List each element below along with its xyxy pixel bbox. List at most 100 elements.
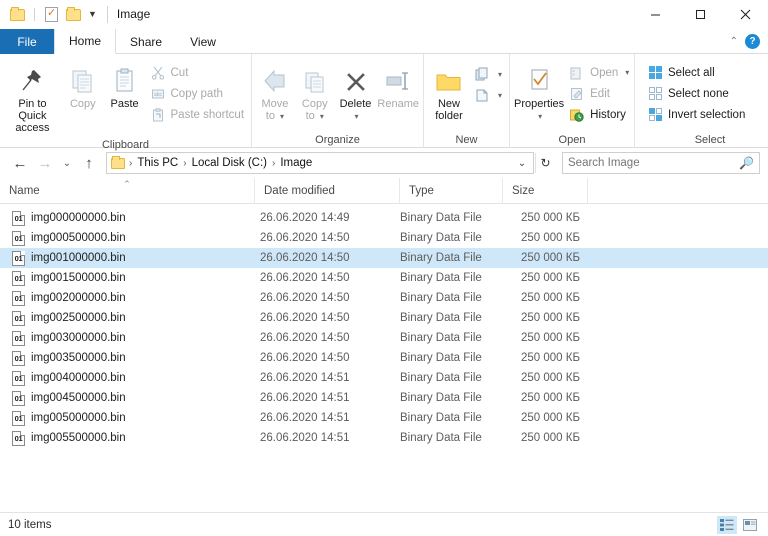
table-row[interactable]: 01img003000000.bin26.06.2020 14:50Binary… [0, 328, 768, 348]
svg-text:abc: abc [153, 92, 162, 98]
tab-file[interactable]: File [0, 29, 54, 54]
refresh-button[interactable]: ↻ [535, 153, 555, 173]
customize-chevron-icon[interactable]: ▼ [87, 10, 98, 19]
table-row[interactable]: 01img005000000.bin26.06.2020 14:51Binary… [0, 408, 768, 428]
move-to-label-line2: to [266, 110, 275, 122]
file-size-cell: 250 000 КБ [503, 252, 588, 264]
open-label: Open [590, 67, 618, 79]
copy-to-button[interactable]: Copyto ▾ [295, 58, 335, 126]
paste-button[interactable]: Paste [104, 58, 146, 113]
window-title: Image [107, 6, 150, 23]
properties-button[interactable]: Properties▾ [513, 58, 565, 126]
up-button[interactable]: ↑ [77, 151, 101, 175]
file-list[interactable]: 01img000000000.bin26.06.2020 14:49Binary… [0, 204, 768, 512]
file-size-cell: 250 000 КБ [503, 352, 588, 364]
new-item-button[interactable]: ▾ [471, 64, 506, 85]
table-row[interactable]: 01img002000000.bin26.06.2020 14:50Binary… [0, 288, 768, 308]
collapse-ribbon-icon[interactable]: ⌃ [730, 36, 738, 47]
back-button[interactable]: ← [8, 151, 32, 175]
rename-button[interactable]: Rename [376, 58, 420, 113]
cut-button[interactable]: Cut [146, 62, 249, 83]
table-row[interactable]: 01img002500000.bin26.06.2020 14:50Binary… [0, 308, 768, 328]
details-view-button[interactable] [717, 516, 737, 534]
edit-label: Edit [590, 88, 610, 100]
invert-selection-button[interactable]: Invert selection [643, 104, 749, 125]
file-size-cell: 250 000 КБ [503, 312, 588, 324]
column-header-type[interactable]: Type [400, 178, 503, 204]
address-dropdown-icon[interactable]: ⌄ [513, 153, 531, 173]
properties-icon[interactable] [43, 6, 60, 23]
search-box[interactable]: 🔍 [562, 152, 760, 174]
paste-shortcut-button[interactable]: Paste shortcut [146, 104, 249, 125]
history-button[interactable]: History [565, 104, 633, 125]
tab-share[interactable]: Share [116, 29, 176, 54]
minimize-button[interactable] [633, 0, 678, 29]
help-icon[interactable]: ? [745, 34, 760, 49]
address-bar[interactable]: › This PC › Local Disk (C:) › Image ⌄ [106, 152, 534, 174]
open-chevron-icon[interactable]: ▾ [625, 68, 629, 77]
tab-home[interactable]: Home [54, 29, 116, 54]
open-button[interactable]: Open ▾ [565, 62, 633, 83]
table-row[interactable]: 01img001500000.bin26.06.2020 14:50Binary… [0, 268, 768, 288]
ribbon-group-organize: Moveto ▾ Copyto ▾ Delete▾ [252, 54, 424, 148]
delete-label: Delete [340, 98, 372, 110]
history-label: History [590, 109, 626, 121]
file-explorer-window: ▼ Image File Home Share View ⌃ ? [0, 0, 768, 536]
copy-to-label-line2: to [306, 110, 315, 122]
easy-access-button[interactable]: ▾ [471, 85, 506, 106]
binary-file-icon: 01 [12, 251, 25, 266]
copy-path-button[interactable]: abc Copy path [146, 83, 249, 104]
table-row[interactable]: 01img005500000.bin26.06.2020 14:51Binary… [0, 428, 768, 448]
new-folder-button[interactable]: Newfolder [427, 58, 471, 125]
table-row[interactable]: 01img004500000.bin26.06.2020 14:51Binary… [0, 388, 768, 408]
select-all-button[interactable]: Select all [643, 62, 749, 83]
file-name-label: img005000000.bin [31, 412, 126, 424]
copy-button[interactable]: Copy [62, 58, 104, 113]
table-row[interactable]: 01img003500000.bin26.06.2020 14:50Binary… [0, 348, 768, 368]
easy-access-chevron-icon[interactable]: ▾ [498, 91, 502, 100]
paste-label: Paste [111, 98, 139, 110]
file-size-cell: 250 000 КБ [503, 412, 588, 424]
move-to-button[interactable]: Moveto ▾ [255, 58, 295, 126]
tab-view[interactable]: View [176, 29, 230, 54]
close-button[interactable] [723, 0, 768, 29]
file-name-label: img003500000.bin [31, 352, 126, 364]
table-row[interactable]: 01img000500000.bin26.06.2020 14:50Binary… [0, 228, 768, 248]
table-row[interactable]: 01img000000000.bin26.06.2020 14:49Binary… [0, 208, 768, 228]
new-folder-label-line1: New [438, 98, 460, 110]
table-row[interactable]: 01img001000000.bin26.06.2020 14:50Binary… [0, 248, 768, 268]
recent-locations-button[interactable]: ⌄ [58, 151, 76, 175]
edit-button[interactable]: Edit [565, 83, 633, 104]
column-header-name[interactable]: Name ⌃ [0, 178, 255, 204]
column-header-name-label: Name [9, 185, 40, 197]
forward-button[interactable]: → [33, 151, 57, 175]
binary-file-icon: 01 [12, 351, 25, 366]
binary-file-icon: 01 [12, 331, 25, 346]
breadcrumb-image[interactable]: Image [276, 154, 316, 172]
new-folder-icon[interactable] [65, 6, 82, 23]
delete-button[interactable]: Delete▾ [335, 58, 377, 126]
breadcrumb-local-disk[interactable]: Local Disk (C:) [188, 154, 271, 172]
file-name-cell: 01img002000000.bin [0, 291, 255, 306]
pin-label-line1: Pin to Quick [18, 98, 46, 122]
select-none-label: Select none [668, 88, 729, 100]
pin-to-quick-access-button[interactable]: Pin to Quickaccess [3, 58, 62, 137]
ribbon-group-new: Newfolder ▾ ▾ [424, 54, 510, 148]
select-none-button[interactable]: Select none [643, 83, 749, 104]
window-controls [633, 0, 768, 29]
column-header-size[interactable]: Size [503, 178, 588, 204]
search-input[interactable] [568, 157, 739, 169]
binary-file-icon: 01 [12, 291, 25, 306]
breadcrumb-this-pc[interactable]: This PC [133, 154, 182, 172]
file-size-cell: 250 000 КБ [503, 212, 588, 224]
column-header-date[interactable]: Date modified [255, 178, 400, 204]
table-row[interactable]: 01img004000000.bin26.06.2020 14:51Binary… [0, 368, 768, 388]
folder-icon[interactable] [9, 6, 26, 23]
file-size-cell: 250 000 КБ [503, 272, 588, 284]
new-item-chevron-icon[interactable]: ▾ [498, 70, 502, 79]
file-date-cell: 26.06.2020 14:50 [255, 232, 400, 244]
search-icon[interactable]: 🔍 [739, 156, 754, 170]
maximize-button[interactable] [678, 0, 723, 29]
file-date-cell: 26.06.2020 14:51 [255, 412, 400, 424]
large-icons-view-button[interactable] [740, 516, 760, 534]
